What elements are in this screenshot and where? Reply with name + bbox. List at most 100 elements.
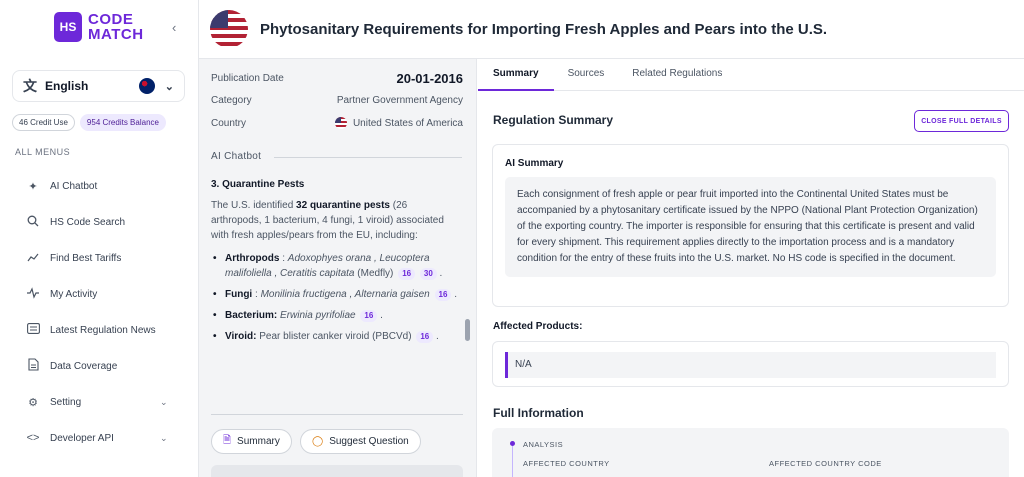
chevron-down-icon: ⌄ — [160, 432, 168, 443]
publication-date-value: 20-01-2016 — [396, 71, 464, 86]
sidebar-item-data-coverage[interactable]: Data Coverage — [0, 348, 199, 384]
citation-badge[interactable]: 16 — [398, 268, 416, 280]
citation-badge[interactable]: 16 — [434, 289, 452, 301]
sidebar-item-developer-api[interactable]: <> Developer API ⌄ — [0, 420, 199, 456]
list-item: Arthropods : Adoxophyes orana , Leucopte… — [211, 251, 459, 281]
sidebar-item-latest-regulation-news[interactable]: Latest Regulation News — [0, 312, 199, 348]
pest-sep: : — [279, 253, 288, 264]
translate-icon: 文 — [23, 78, 37, 94]
category-row: Category Partner Government Agency — [211, 95, 463, 106]
language-label: English — [45, 79, 89, 93]
divider — [274, 157, 462, 158]
logo-line-1: CODE — [88, 11, 134, 28]
us-flag-icon — [210, 10, 248, 48]
affected-products-card: N/A — [492, 341, 1009, 387]
summary-button[interactable]: 🗎 Summary — [211, 429, 292, 454]
sidebar-item-setting[interactable]: ⚙ Setting ⌄ — [0, 384, 199, 420]
pest-species: Monilinia fructigena , Alternaria gaisen — [260, 289, 430, 300]
credit-use-badge: 46 Credit Use — [12, 114, 75, 131]
page-title: Phytosanitary Requirements for Importing… — [260, 20, 828, 38]
affected-products-value: N/A — [505, 352, 996, 378]
sidebar: HS CODE MATCH ‹ 文 English ⌄ 46 Credit Us… — [0, 0, 199, 477]
search-icon — [26, 215, 40, 230]
document-icon — [26, 358, 40, 374]
suggest-question-label: Suggest Question — [329, 436, 409, 447]
credits: 46 Credit Use 954 Credits Balance — [12, 114, 166, 131]
sidebar-item-label: My Activity — [50, 288, 98, 300]
citation-badge[interactable]: 16 — [360, 310, 378, 322]
code-icon: <> — [26, 432, 40, 444]
pest-group: Fungi — [225, 289, 253, 300]
pest-list: Arthropods : Adoxophyes orana , Leucopte… — [211, 251, 459, 344]
suggest-question-button[interactable]: ◯ Suggest Question — [300, 429, 421, 454]
sidebar-menu: ✦ AI Chatbot HS Code Search Find Best Ta… — [0, 168, 199, 456]
divider — [211, 414, 463, 415]
sidebar-item-find-best-tariffs[interactable]: Find Best Tariffs — [0, 240, 199, 276]
full-information-card: ANALYSIS AFFECTED COUNTRY AFFECTED COUNT… — [492, 428, 1009, 477]
sidebar-item-label: Data Coverage — [50, 360, 118, 372]
publication-date-row: Publication Date 20-01-2016 — [211, 71, 463, 86]
detail-panel: Publication Date 20-01-2016 Category Par… — [199, 59, 477, 477]
pest-group: Arthropods — [225, 253, 280, 264]
pest-species: Pear blister canker viroid (PBCVd) — [259, 331, 412, 342]
page-header: Phytosanitary Requirements for Importing… — [199, 0, 1024, 59]
logo[interactable]: HS CODE MATCH — [54, 12, 144, 42]
menu-title: ALL MENUS — [15, 147, 71, 157]
tab-summary[interactable]: Summary — [478, 59, 554, 91]
trend-icon — [26, 251, 40, 266]
ai-summary-text: Each consignment of fresh apple or pear … — [505, 177, 996, 277]
scrollbar-thumb[interactable] — [465, 319, 470, 341]
summary-button-label: Summary — [237, 436, 280, 447]
sparkle-icon: ✦ — [28, 180, 38, 193]
chevron-left-icon[interactable]: ‹ — [172, 20, 176, 35]
sidebar-item-label: Developer API — [50, 432, 114, 444]
chat-intro-pre: The U.S. identified — [211, 200, 297, 211]
affected-country-header: AFFECTED COUNTRY — [523, 459, 610, 468]
language-selector[interactable]: 文 English ⌄ — [12, 70, 185, 102]
logo-mark: HS — [54, 12, 82, 42]
chat-intro-bold: 32 quarantine pests — [296, 200, 390, 211]
activity-icon — [26, 286, 40, 302]
sidebar-item-my-activity[interactable]: My Activity — [0, 276, 199, 312]
category-value: Partner Government Agency — [336, 95, 463, 106]
chevron-down-icon: ⌄ — [160, 396, 168, 407]
pest-group: Viroid: — [225, 331, 257, 342]
regulation-summary-title: Regulation Summary — [493, 113, 614, 127]
country-name: United States of America — [352, 117, 463, 129]
citation-badge[interactable]: 30 — [419, 268, 437, 280]
tab-bar: Summary Sources Related Regulations — [478, 59, 1024, 91]
pest-species: Erwinia pyrifoliae — [280, 310, 356, 321]
regulation-panel: Summary Sources Related Regulations Regu… — [478, 59, 1024, 477]
chatbot-message: 3. Quarantine Pests The U.S. identified … — [211, 177, 459, 350]
chat-input[interactable] — [211, 465, 463, 477]
us-flag-icon — [334, 117, 347, 129]
pest-sep: : — [252, 289, 261, 300]
sidebar-item-ai-chatbot[interactable]: ✦ AI Chatbot — [0, 168, 199, 204]
sidebar-item-label: AI Chatbot — [50, 180, 98, 192]
sidebar-item-label: Latest Regulation News — [50, 324, 156, 336]
sidebar-item-label: Find Best Tariffs — [50, 252, 122, 264]
publication-date-label: Publication Date — [211, 73, 284, 84]
category-label: Category — [211, 95, 252, 106]
sidebar-item-label: Setting — [50, 396, 82, 408]
sidebar-item-hs-code-search[interactable]: HS Code Search — [0, 204, 199, 240]
logo-text: CODE MATCH — [88, 12, 144, 42]
pest-extra: (Medfly) — [354, 268, 394, 279]
country-value: United States of America — [334, 117, 463, 129]
affected-country-code-header: AFFECTED COUNTRY CODE — [769, 459, 882, 468]
full-information-title: Full Information — [493, 406, 584, 420]
tab-sources[interactable]: Sources — [554, 59, 619, 91]
list-item: Viroid: Pear blister canker viroid (PBCV… — [211, 329, 459, 344]
close-full-details-button[interactable]: CLOSE FULL DETAILS — [914, 110, 1009, 132]
pest-group: Bacterium: — [225, 310, 278, 321]
ai-summary-title: AI Summary — [505, 158, 564, 169]
document-icon: 🗎 — [223, 435, 232, 446]
list-item: Fungi : Monilinia fructigena , Alternari… — [211, 287, 459, 302]
citation-badge[interactable]: 16 — [416, 331, 434, 343]
tab-related-regulations[interactable]: Related Regulations — [618, 59, 736, 91]
sidebar-item-label: HS Code Search — [50, 216, 126, 228]
country-row: Country United States of America — [211, 117, 463, 129]
timeline-line — [512, 446, 513, 477]
affected-products-title: Affected Products: — [493, 321, 583, 332]
country-label: Country — [211, 117, 247, 129]
